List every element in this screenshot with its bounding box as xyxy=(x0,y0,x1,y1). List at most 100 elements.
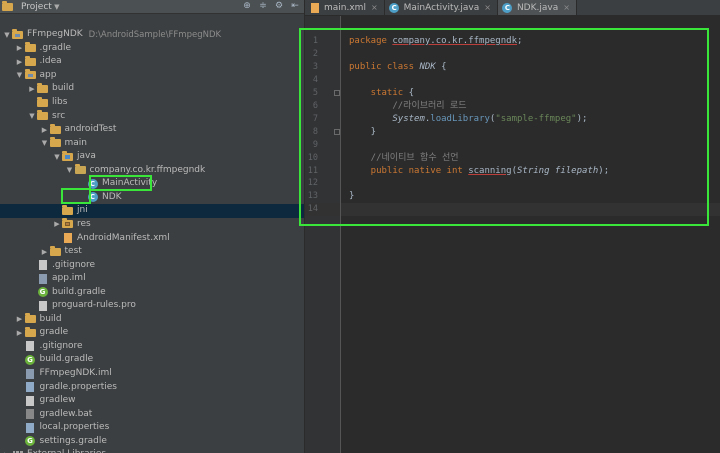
editor-tab-bar: main.xml × C MainActivity.java × C NDK.java × xyxy=(305,0,720,16)
module-folder-icon xyxy=(12,28,23,39)
tree-item-ffmpegndk-iml[interactable]: FFmpegNDK.iml xyxy=(0,367,304,381)
project-view-icon[interactable] xyxy=(2,0,13,12)
tree-item-androidtest[interactable]: ▶ androidTest xyxy=(0,123,304,137)
tree-item-build-gradle[interactable]: Gbuild.gradle xyxy=(0,353,304,367)
tree-item-settings-gradle[interactable]: Gsettings.gradle xyxy=(0,435,304,449)
code-area[interactable]: package company.co.kr.ffmpegndk; public c… xyxy=(341,16,720,453)
expanded-arrow-icon[interactable]: ▼ xyxy=(15,71,25,79)
tree-item-proguard-rules-pro[interactable]: proguard-rules.pro xyxy=(0,299,304,313)
tree-item-jni[interactable]: jni xyxy=(0,204,304,218)
resource-folder-icon-wrap xyxy=(62,218,73,229)
project-panel-title[interactable]: Project xyxy=(21,2,52,12)
tree-item-app[interactable]: ▼ app xyxy=(0,69,304,83)
project-panel: Project ▼ ⊕ ≑ ⚙ ⇤ ▼ FFmpegNDK D:\AndroidSa… xyxy=(0,0,305,453)
tab-ndk-java[interactable]: C NDK.java × xyxy=(497,0,577,15)
tree-item-label: .idea xyxy=(39,56,62,67)
locate-icon[interactable]: ⊕ xyxy=(242,0,252,13)
java-class-icon-wrap: C xyxy=(389,2,400,13)
iml-file-icon-wrap xyxy=(25,368,36,379)
fold-marker-icon[interactable] xyxy=(334,89,340,96)
collapsed-arrow-icon[interactable]: ▶ xyxy=(15,329,25,337)
folder-icon-wrap xyxy=(37,110,48,121)
tree-item-androidmanifest-xml[interactable]: AndroidManifest.xml xyxy=(0,231,304,245)
tree-item-main[interactable]: ▼ main xyxy=(0,136,304,150)
tree-item-build[interactable]: ▶ build xyxy=(0,82,304,96)
tree-item-build[interactable]: ▶ build xyxy=(0,313,304,327)
gradle-icon: G xyxy=(25,436,35,447)
gear-icon[interactable]: ⚙ xyxy=(274,0,284,13)
tree-item-company-co-kr-ffmpegndk[interactable]: ▼ company.co.kr.ffmpegndk xyxy=(0,164,304,178)
tree-item-label: build.gradle xyxy=(52,286,106,297)
tree-item-ffmpegndk[interactable]: ▼ FFmpegNDK D:\AndroidSample\FFmpegNDK xyxy=(0,28,304,42)
tree-item-gitignore[interactable]: .gitignore xyxy=(0,258,304,272)
collapse-icon[interactable]: ≑ xyxy=(258,0,268,13)
collapsed-arrow-icon[interactable]: ▶ xyxy=(40,248,50,256)
expanded-arrow-icon[interactable]: ▼ xyxy=(65,166,75,174)
fold-marker-icon[interactable] xyxy=(334,128,340,135)
tree-item-app-iml[interactable]: app.iml xyxy=(0,272,304,286)
line-number: 12 xyxy=(307,178,318,189)
expanded-arrow-icon[interactable]: ▼ xyxy=(40,139,50,147)
tree-item-src[interactable]: ▼ src xyxy=(0,109,304,123)
expanded-arrow-icon[interactable]: ▼ xyxy=(52,153,62,161)
tree-item-gradle-properties[interactable]: gradle.properties xyxy=(0,380,304,394)
tree-item-label: gradlew xyxy=(39,395,76,406)
code-line: package company.co.kr.ffmpegndk; xyxy=(349,35,522,48)
gradle-icon: G xyxy=(37,287,48,298)
expanded-arrow-icon[interactable]: ▼ xyxy=(27,112,37,120)
close-icon[interactable]: × xyxy=(563,3,570,12)
folder-icon xyxy=(49,245,61,256)
collapsed-arrow-icon[interactable]: ▶ xyxy=(52,220,62,228)
iml-file-icon xyxy=(38,273,47,284)
folder-icon xyxy=(49,123,61,134)
folder-icon-wrap xyxy=(49,245,61,257)
tree-item-gradle[interactable]: ▶ .gradle xyxy=(0,42,304,56)
collapsed-arrow-icon[interactable]: ▶ xyxy=(15,315,25,323)
hide-icon[interactable]: ⇤ xyxy=(290,0,300,13)
tree-item-label: java xyxy=(77,151,96,162)
java-class-icon: C xyxy=(87,192,98,203)
code-line: static { xyxy=(349,87,414,100)
tree-item-gitignore[interactable]: .gitignore xyxy=(0,340,304,354)
tree-item-mainactivity[interactable]: C MainActivity xyxy=(0,177,304,191)
code-token: } xyxy=(349,191,355,202)
tree-item-label: company.co.kr.ffmpegndk xyxy=(89,164,206,175)
tree-item-label: .gradle xyxy=(39,42,72,53)
tree-item-label: proguard-rules.pro xyxy=(52,300,136,311)
tab-main-xml[interactable]: main.xml × xyxy=(305,0,385,15)
tree-item-res[interactable]: ▶ res xyxy=(0,218,304,232)
close-icon[interactable]: × xyxy=(484,3,491,12)
code-line: public class NDK { xyxy=(349,61,447,74)
line-number: 1 xyxy=(312,36,318,46)
chevron-down-icon[interactable]: ▼ xyxy=(52,3,62,11)
tab-mainactivity-java[interactable]: C MainActivity.java × xyxy=(385,0,498,15)
tree-item-idea[interactable]: ▶ .idea xyxy=(0,55,304,69)
tree-item-gradlew[interactable]: gradlew xyxy=(0,394,304,408)
tree-item-test[interactable]: ▶ test xyxy=(0,245,304,259)
code-token: ; xyxy=(516,36,523,46)
collapsed-arrow-icon[interactable]: ▶ xyxy=(15,44,25,52)
tree-item-local-properties[interactable]: local.properties xyxy=(0,421,304,435)
collapsed-arrow-icon[interactable]: ▶ xyxy=(40,126,50,134)
java-class-icon: C xyxy=(502,2,513,13)
tree-item-label: androidTest xyxy=(64,124,117,135)
tab-label: main.xml xyxy=(324,2,366,13)
file-icon xyxy=(26,341,34,352)
tree-item-external-libraries[interactable]: ▶External Libraries xyxy=(0,448,304,453)
close-icon[interactable]: × xyxy=(371,3,378,12)
tree-item-java[interactable]: ▼ java xyxy=(0,150,304,164)
tree-item-label: gradle.properties xyxy=(39,381,117,392)
expanded-arrow-icon[interactable]: ▼ xyxy=(2,31,12,39)
tree-item-libs[interactable]: libs xyxy=(0,96,304,110)
collapsed-arrow-icon[interactable]: ▶ xyxy=(15,58,25,66)
tree-item-gradle[interactable]: ▶ gradle xyxy=(0,326,304,340)
code-token: //라이브러리 로드 xyxy=(349,100,467,111)
tree-item-build-gradle[interactable]: Gbuild.gradle xyxy=(0,285,304,299)
tree-item-ndk[interactable]: C NDK xyxy=(0,191,304,205)
tree-item-label: gradle xyxy=(39,327,69,338)
gradle-icon-wrap: G xyxy=(25,436,36,447)
collapsed-arrow-icon[interactable]: ▶ xyxy=(27,85,37,93)
folder-icon xyxy=(24,42,36,53)
file-icon xyxy=(26,395,34,406)
tree-item-gradlew-bat[interactable]: gradlew.bat xyxy=(0,407,304,421)
